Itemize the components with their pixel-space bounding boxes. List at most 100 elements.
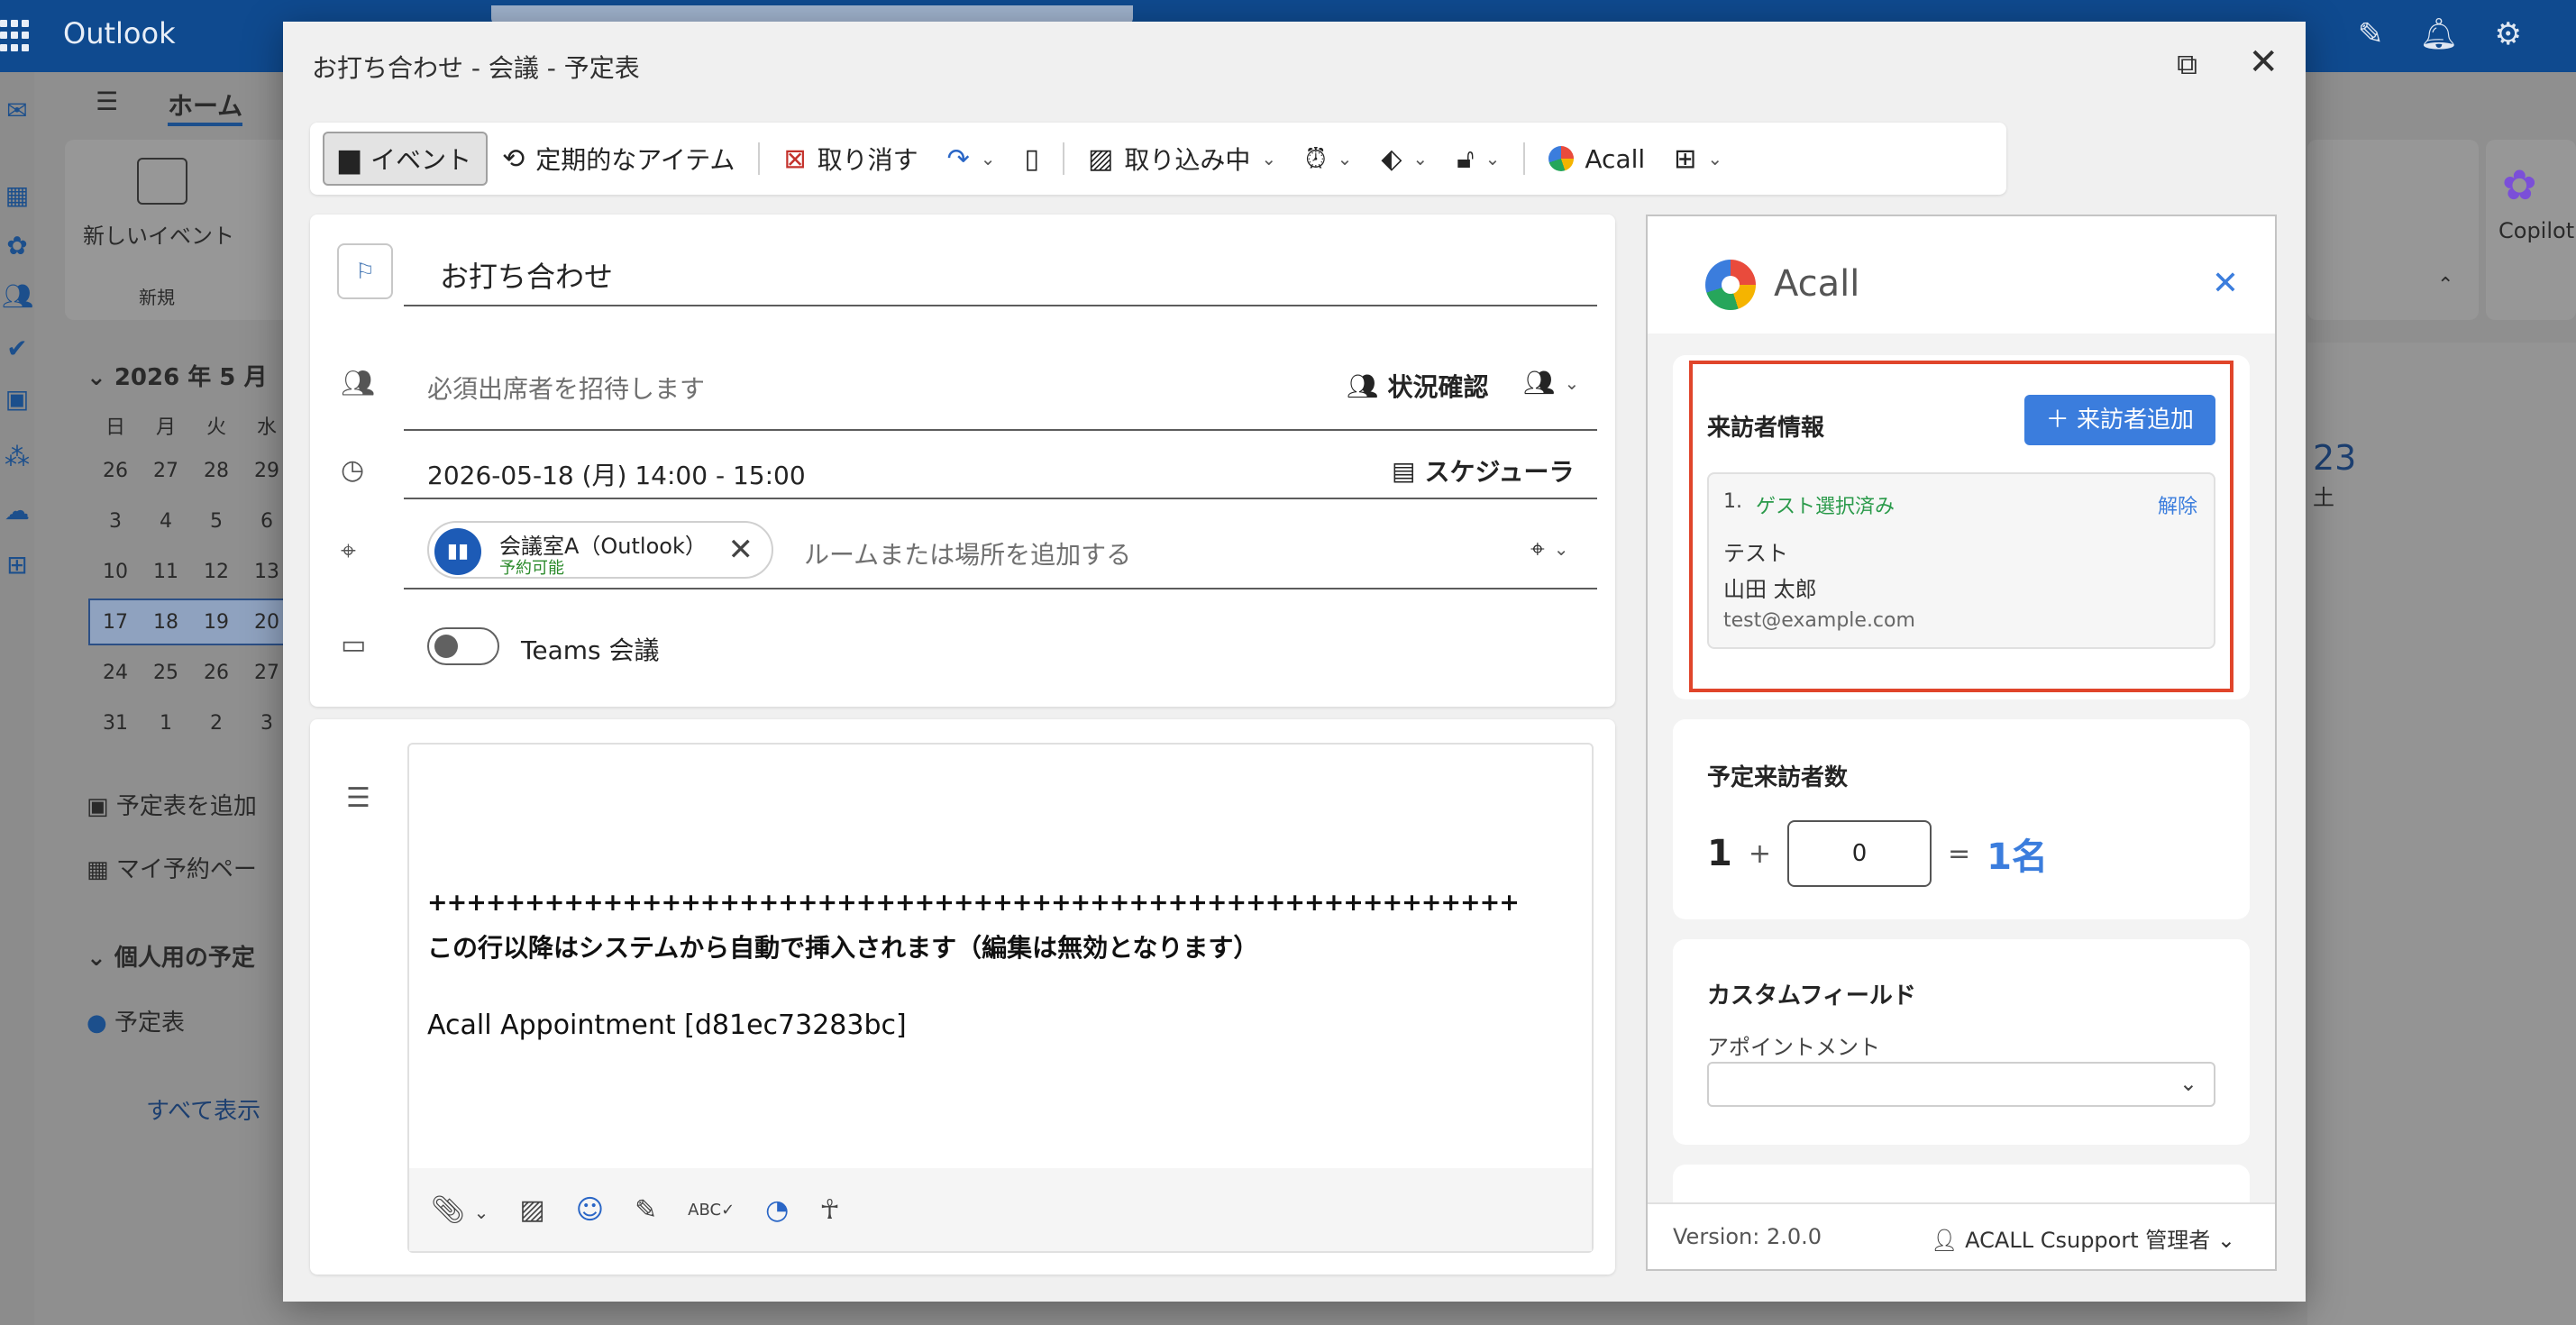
month-header[interactable]: ⌄ 2026 年 5 月 (87, 359, 267, 392)
new-event-button[interactable]: 新しいイベント (83, 218, 234, 250)
people-icon[interactable]: 👥︎ (2, 281, 34, 311)
app-launcher-icon[interactable] (0, 20, 32, 52)
category-picker-icon[interactable]: ⚐ (337, 243, 393, 299)
calendar-day[interactable]: 11 (141, 561, 191, 583)
calendar-day[interactable]: 12 (191, 561, 242, 583)
location-input[interactable]: ルームまたは場所を追加する (804, 535, 1131, 571)
acall-addin-button[interactable]: Acall (1534, 132, 1659, 186)
location-options-button[interactable]: ⌖ ⌄ (1530, 534, 1569, 564)
calendar-day[interactable]: 18 (141, 611, 191, 634)
format-text-icon[interactable]: ✎ (635, 1194, 657, 1226)
calendar-day[interactable]: 27 (141, 460, 191, 482)
people-icon: 👥︎ (341, 368, 376, 399)
calendar-day[interactable]: 1 (141, 712, 191, 735)
calendar-day[interactable]: 25 (141, 662, 191, 684)
dialog-title: お打ち合わせ - 会議 - 予定表 (312, 53, 640, 83)
calendar-day[interactable]: 5 (191, 510, 242, 533)
sticker-icon[interactable]: ☺ (576, 1194, 604, 1226)
close-panel-icon[interactable]: ✕ (2212, 265, 2239, 302)
mail-icon[interactable]: ✉ (2, 96, 32, 125)
chevron-down-icon: ⌄ (1484, 148, 1501, 169)
room-chip[interactable]: ▮▮ 会議室A（Outlook） 予約可能 ✕ (427, 521, 773, 579)
additional-visitors-input[interactable] (1786, 820, 1932, 887)
busy-icon: ▨ (1088, 142, 1114, 175)
bell-icon[interactable]: 🔔︎ (2419, 16, 2458, 52)
status-check-button[interactable]: 👥︎ 状況確認 (1347, 368, 1489, 404)
copilot-button[interactable]: Copilot (2498, 218, 2574, 243)
calendar-day[interactable]: 26 (90, 460, 141, 482)
user-menu[interactable]: 👤︎ ACALL Csupport 管理者 ⌄ (1931, 1222, 2235, 1254)
close-icon[interactable]: ✕ (2248, 41, 2279, 83)
forward-button[interactable]: ↷ ⌄ (933, 132, 1010, 186)
attach-icon[interactable]: 📎︎ ⌄ (431, 1194, 489, 1226)
onedrive-icon[interactable]: ☁ (2, 496, 32, 525)
calendar-day[interactable]: 17 (90, 611, 141, 634)
my-booking-link[interactable]: ▦ マイ予約ペー (87, 851, 257, 884)
body-editor[interactable]: ++++++++++++++++++++++++++++++++++++++++… (407, 743, 1594, 1253)
spelling-icon[interactable]: ABC✓ (688, 1201, 735, 1220)
add-calendar-link[interactable]: ▣ 予定表を追加 (87, 788, 257, 821)
calendar-day[interactable]: 28 (191, 460, 242, 482)
chat-icon[interactable]: ◔ (765, 1194, 789, 1226)
calendar-day[interactable]: 31 (90, 712, 141, 735)
org-icon[interactable]: ⁂ (2, 442, 32, 471)
calendar-day[interactable]: 19 (191, 611, 242, 634)
chevron-down-icon: ⌄ (1412, 148, 1429, 169)
chevron-down-icon: ⌄ (1553, 538, 1569, 560)
remove-room-icon[interactable]: ✕ (728, 532, 754, 568)
save-icon[interactable]: ▣ (2, 384, 32, 414)
avatar[interactable] (2558, 16, 2576, 52)
appointment-field-label: アポイントメント (1707, 1035, 1880, 1060)
cancel-label: 取り消す (817, 145, 918, 175)
appointment-select[interactable]: ⌄ (1707, 1062, 2215, 1107)
calendar-icon[interactable]: ▦ (2, 180, 32, 210)
scheduler-button[interactable]: ▤ スケジューラ (1392, 452, 1575, 489)
accessibility-icon[interactable]: ☥ (819, 1194, 839, 1226)
sensitivity-button[interactable]: 🔓︎ ⌄ (1442, 132, 1514, 186)
personal-group[interactable]: ⌄ 個人用の予定 (87, 939, 255, 973)
gear-icon[interactable]: ⚙ (2495, 16, 2522, 52)
toolbar-divider (758, 142, 761, 175)
busy-status-button[interactable]: ▨ 取り込み中 ⌄ (1073, 132, 1291, 186)
attendee-options-button[interactable]: 👥︎ ⌄ (1523, 368, 1579, 398)
copy-button[interactable]: ▯ (1010, 132, 1055, 186)
image-icon[interactable]: ▨ (519, 1194, 544, 1226)
calendar-day[interactable]: 4 (141, 510, 191, 533)
scheduler-label: スケジューラ (1424, 457, 1575, 487)
teams-toggle[interactable] (427, 627, 499, 665)
version-label: Version: 2.0.0 (1673, 1224, 1822, 1249)
calendar-day[interactable]: 26 (191, 662, 242, 684)
apps-button[interactable]: ⊞ ⌄ (1659, 132, 1737, 186)
event-title-input[interactable]: お打ち合わせ (440, 254, 613, 296)
app-name: Outlook (63, 16, 176, 50)
copilot-icon[interactable]: ✿ (2, 231, 32, 260)
calendar-day[interactable]: 10 (90, 561, 141, 583)
notes-icon: ☰ (346, 782, 370, 814)
ribbon-collapse-icon[interactable]: ⌃ (2437, 274, 2453, 297)
chevron-down-icon: ⌄ (2179, 1071, 2197, 1096)
chevron-down-icon: ⌄ (87, 945, 114, 972)
datetime-field[interactable]: 2026-05-18 (月) 14:00 - 15:00 (427, 456, 806, 492)
attendees-input[interactable]: 必須出席者を招待します (427, 370, 705, 406)
todo-icon[interactable]: ✔ (2, 334, 32, 363)
cancel-button[interactable]: ⊠ 取り消す (769, 132, 932, 186)
calendar-day[interactable]: 2 (191, 712, 242, 735)
left-app-rail: ✉ ▦ ✿ 👥︎ ✔ ▣ ⁂ ☁ ⊞ (0, 72, 34, 1325)
acall-logo-icon (1548, 146, 1575, 171)
recurring-button[interactable]: ⟲ 定期的なアイテム (488, 132, 749, 186)
reminder-button[interactable]: ⏰︎ ⌄ (1291, 132, 1366, 186)
calendar-item[interactable]: ● 予定表 (87, 1004, 185, 1037)
lock-icon: 🔓︎ (1457, 142, 1475, 175)
calendar-day[interactable]: 24 (90, 662, 141, 684)
menu-icon[interactable]: ☰ (96, 87, 118, 116)
tab-home[interactable]: ホーム (168, 87, 243, 126)
calendar-day[interactable]: 3 (90, 510, 141, 533)
tag-icon: ⬖ (1381, 142, 1402, 175)
forward-icon: ↷ (946, 142, 970, 175)
popout-icon[interactable]: ⧉ (2177, 47, 2197, 82)
event-button[interactable]: ▆ イベント (323, 132, 489, 186)
apps-icon[interactable]: ⊞ (2, 550, 32, 580)
notes-icon[interactable]: ✎ (2358, 16, 2384, 52)
category-button[interactable]: ⬖ ⌄ (1366, 132, 1442, 186)
show-all-link[interactable]: すべて表示 (146, 1092, 260, 1126)
